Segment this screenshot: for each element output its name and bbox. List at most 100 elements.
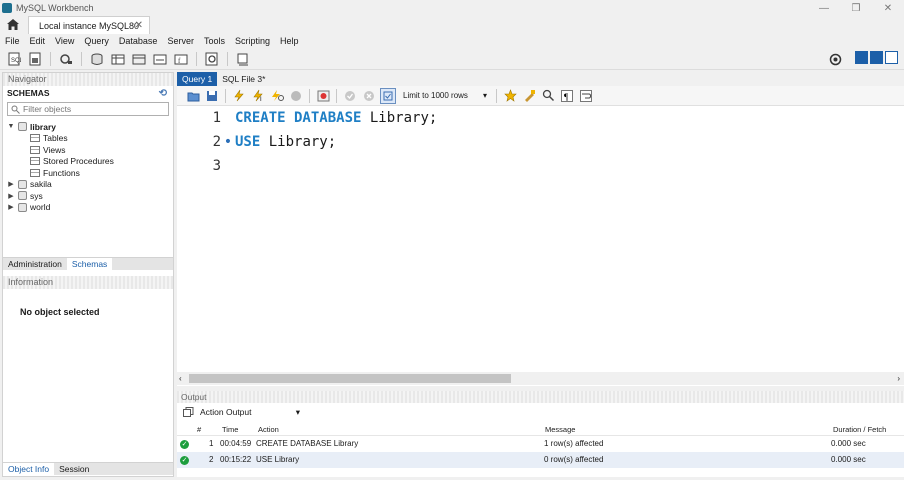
close-tab-icon[interactable]: ✕ bbox=[135, 20, 143, 31]
toggle-secondary-sidebar-icon[interactable] bbox=[885, 51, 898, 64]
menu-query[interactable]: Query bbox=[79, 36, 114, 46]
tab-session[interactable]: Session bbox=[54, 463, 94, 475]
execute-icon[interactable] bbox=[231, 88, 247, 104]
menu-help[interactable]: Help bbox=[275, 36, 304, 46]
settings-gear-icon[interactable] bbox=[827, 51, 843, 67]
wrap-lines-icon[interactable] bbox=[578, 88, 594, 104]
expand-right-icon[interactable]: ▶ bbox=[7, 180, 15, 188]
add-snippet-icon[interactable] bbox=[502, 88, 518, 104]
row-message: 0 row(s) affected bbox=[544, 455, 604, 464]
inspector-icon[interactable] bbox=[58, 51, 74, 67]
navigator-header: Navigator bbox=[3, 73, 173, 86]
create-procedure-icon[interactable] bbox=[152, 51, 168, 67]
workbench-logo-icon bbox=[2, 3, 12, 13]
restore-button[interactable]: ❒ bbox=[840, 0, 872, 16]
create-function-icon[interactable]: f bbox=[173, 51, 189, 67]
tree-item-stored-procedures[interactable]: Stored Procedures bbox=[3, 156, 173, 168]
scroll-left-icon[interactable]: ‹ bbox=[179, 372, 182, 385]
schema-name: world bbox=[30, 202, 51, 213]
save-icon[interactable] bbox=[204, 88, 220, 104]
toolbar-separator bbox=[227, 51, 228, 66]
row-duration: 0.000 sec bbox=[831, 439, 866, 448]
connection-tab[interactable]: Local instance MySQL80 ✕ bbox=[28, 16, 150, 34]
tree-item-label: Tables bbox=[43, 133, 68, 144]
expand-down-icon[interactable]: ▼ bbox=[7, 123, 15, 130]
output-panel: Output Action Output ▾ # Time Action Mess… bbox=[177, 391, 904, 477]
schema-item-sys[interactable]: ▶ sys bbox=[3, 190, 173, 202]
tree-item-functions[interactable]: Functions bbox=[3, 167, 173, 179]
filter-objects-field[interactable] bbox=[7, 102, 169, 116]
menu-scripting[interactable]: Scripting bbox=[230, 36, 275, 46]
tab-sql-file-3[interactable]: SQL File 3* bbox=[217, 72, 270, 86]
refresh-icon[interactable]: ⟲ bbox=[159, 87, 167, 101]
copy-icon[interactable] bbox=[183, 407, 194, 417]
expand-right-icon[interactable]: ▶ bbox=[7, 203, 15, 211]
menu-database[interactable]: Database bbox=[114, 36, 163, 46]
find-replace-icon[interactable] bbox=[540, 88, 556, 104]
menu-tools[interactable]: Tools bbox=[199, 36, 230, 46]
horizontal-scrollbar[interactable]: ‹ › bbox=[177, 372, 904, 385]
function-folder-icon bbox=[30, 168, 40, 177]
scroll-right-icon[interactable]: › bbox=[897, 372, 900, 385]
schema-item-library[interactable]: ▼ library bbox=[3, 121, 173, 133]
expand-right-icon[interactable]: ▶ bbox=[7, 192, 15, 200]
tree-item-views[interactable]: Views bbox=[3, 144, 173, 156]
database-icon bbox=[18, 179, 27, 189]
line-marker: • bbox=[223, 134, 233, 150]
connection-tab-label: Local instance MySQL80 bbox=[39, 20, 140, 31]
rollback-icon[interactable] bbox=[361, 88, 377, 104]
schema-item-world[interactable]: ▶ world bbox=[3, 202, 173, 214]
create-table-icon[interactable] bbox=[110, 51, 126, 67]
execute-current-icon[interactable]: I bbox=[250, 88, 266, 104]
minimize-button[interactable]: — bbox=[808, 0, 840, 16]
tree-item-tables[interactable]: Tables bbox=[3, 133, 173, 145]
main-toolbar: SQL f bbox=[0, 48, 904, 70]
tab-administration[interactable]: Administration bbox=[3, 258, 67, 270]
open-file-icon[interactable] bbox=[185, 88, 201, 104]
schema-item-sakila[interactable]: ▶ sakila bbox=[3, 179, 173, 191]
sql-editor-area: Query 1 SQL File 3* I Limit to 1000 rows… bbox=[177, 72, 904, 386]
toolbar-separator bbox=[50, 51, 51, 66]
table-row[interactable]: ✓ 1 00:04:59 CREATE DATABASE Library 1 r… bbox=[177, 436, 904, 452]
tab-schemas[interactable]: Schemas bbox=[66, 258, 113, 270]
close-window-button[interactable]: ✕ bbox=[872, 0, 904, 16]
open-sql-script-icon[interactable] bbox=[27, 51, 43, 67]
beautify-icon[interactable] bbox=[521, 88, 537, 104]
limit-rows-select[interactable]: Limit to 1000 rows ▾ bbox=[403, 91, 487, 100]
tree-item-label: Views bbox=[43, 144, 66, 155]
menu-server[interactable]: Server bbox=[162, 36, 199, 46]
row-duration: 0.000 sec bbox=[831, 455, 866, 464]
explain-icon[interactable] bbox=[269, 88, 285, 104]
col-num: # bbox=[197, 425, 202, 434]
create-view-icon[interactable] bbox=[131, 51, 147, 67]
output-mode-select[interactable]: Action Output ▾ bbox=[177, 403, 904, 421]
toggle-sidebar-icon[interactable] bbox=[855, 51, 868, 64]
autocommit-toggle-icon[interactable] bbox=[380, 87, 396, 104]
menu-file[interactable]: File bbox=[0, 36, 25, 46]
commit-icon[interactable] bbox=[342, 88, 358, 104]
scrollbar-thumb[interactable] bbox=[189, 374, 511, 383]
menu-edit[interactable]: Edit bbox=[25, 36, 51, 46]
toggle-error-icon[interactable] bbox=[315, 88, 331, 104]
limit-rows-label: Limit to 1000 rows bbox=[403, 91, 468, 100]
home-icon[interactable] bbox=[6, 18, 22, 32]
toggle-output-icon[interactable] bbox=[870, 51, 883, 64]
create-schema-icon[interactable] bbox=[89, 51, 105, 67]
line-number: 2 bbox=[212, 134, 221, 150]
table-folder-icon bbox=[30, 134, 40, 143]
menu-view[interactable]: View bbox=[50, 36, 79, 46]
search-table-data-icon[interactable] bbox=[204, 51, 220, 67]
filter-objects-input[interactable] bbox=[23, 104, 163, 114]
invisible-chars-icon[interactable]: ¶ bbox=[559, 88, 575, 104]
new-sql-tab-icon[interactable]: SQL bbox=[6, 51, 22, 67]
toolbar-separator bbox=[196, 51, 197, 66]
info-text: No object selected bbox=[20, 307, 100, 317]
row-num: 2 bbox=[209, 455, 214, 464]
svg-text:SQL: SQL bbox=[11, 58, 21, 64]
table-row[interactable]: ✓ 2 00:15:22 USE Library 0 row(s) affect… bbox=[177, 452, 904, 468]
stop-icon[interactable] bbox=[288, 88, 304, 104]
reconnect-icon[interactable] bbox=[235, 51, 251, 67]
tree-item-label: Functions bbox=[43, 167, 80, 178]
tab-query-1[interactable]: Query 1 bbox=[177, 72, 218, 86]
tab-object-info[interactable]: Object Info bbox=[3, 463, 55, 475]
